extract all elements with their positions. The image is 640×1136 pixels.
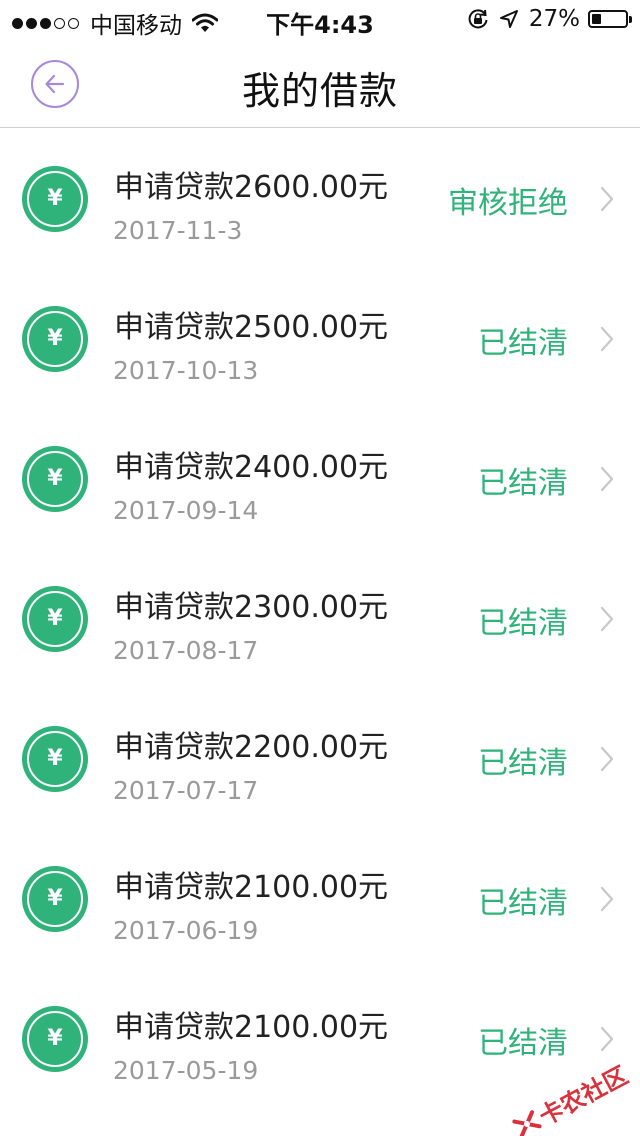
loan-title: 申请贷款2500.00元 (114, 310, 389, 345)
coin-symbol: ¥ (47, 1026, 63, 1051)
yuan-coin-icon: ¥ (22, 866, 88, 932)
loan-title: 申请贷款2400.00元 (114, 450, 389, 485)
loan-date: 2017-10-13 (113, 356, 259, 385)
loan-title: 申请贷款2600.00元 (114, 170, 389, 205)
loan-date: 2017-11-3 (113, 216, 243, 245)
status-bar: 中国移动 下午4:43 27% (0, 0, 640, 40)
chevron-right-icon (600, 326, 614, 352)
loan-status: 已结清 (478, 466, 568, 501)
chevron-right-icon (600, 466, 614, 492)
yuan-coin-icon: ¥ (22, 1006, 88, 1072)
yuan-coin-icon: ¥ (22, 446, 88, 512)
yuan-coin-icon: ¥ (22, 586, 88, 652)
coin-symbol: ¥ (47, 606, 63, 631)
loan-title: 申请贷款2300.00元 (114, 590, 389, 625)
battery-icon (588, 10, 632, 28)
coin-symbol: ¥ (47, 886, 63, 911)
loan-date: 2017-06-19 (113, 916, 259, 945)
loan-title: 申请贷款2200.00元 (114, 730, 389, 765)
loan-title: 申请贷款2100.00元 (114, 1010, 389, 1045)
chevron-right-icon (600, 746, 614, 772)
loan-status: 已结清 (478, 1026, 568, 1061)
loan-list: ¥ 申请贷款2600.00元 2017-11-3 审核拒绝 ¥ 申请贷款2500.00元 2… (0, 128, 640, 1108)
loan-list-item[interactable]: ¥ 申请贷款2200.00元 2017-07-17 已结清 (0, 688, 640, 828)
yuan-coin-icon: ¥ (22, 306, 88, 372)
yuan-coin-icon: ¥ (22, 726, 88, 792)
coin-symbol: ¥ (47, 326, 63, 351)
yuan-coin-icon: ¥ (22, 166, 88, 232)
chevron-right-icon (600, 186, 614, 212)
page-title: 我的借款 (241, 69, 398, 113)
chevron-right-icon (600, 886, 614, 912)
loan-list-item[interactable]: ¥ 申请贷款2300.00元 2017-08-17 已结清 (0, 548, 640, 688)
location-arrow-icon (499, 10, 518, 28)
loan-status: 已结清 (478, 746, 568, 781)
coin-symbol: ¥ (47, 466, 63, 491)
coin-symbol: ¥ (47, 746, 63, 771)
loan-date: 2017-08-17 (113, 636, 259, 665)
loan-status: 审核拒绝 (448, 186, 568, 221)
status-right: 27% (467, 6, 632, 32)
battery-percent: 27% (528, 6, 580, 32)
rotation-lock-icon (468, 9, 488, 29)
loan-list-item[interactable]: ¥ 申请贷款2400.00元 2017-09-14 已结清 (0, 408, 640, 548)
battery-fill (592, 14, 601, 24)
loan-date: 2017-07-17 (113, 776, 259, 805)
loan-list-item[interactable]: ¥ 申请贷款2500.00元 2017-10-13 已结清 (0, 268, 640, 408)
loan-list-screen: 中国移动 下午4:43 27% 我的借款 ¥ 申请贷款2600.00元 2017… (0, 0, 640, 1136)
loan-title: 申请贷款2100.00元 (114, 870, 389, 905)
nav-bar: 我的借款 (0, 40, 640, 128)
loan-list-item[interactable]: ¥ 申请贷款2100.00元 2017-05-19 已结清 (0, 968, 640, 1108)
loan-status: 已结清 (478, 606, 568, 641)
loan-list-item[interactable]: ¥ 申请贷款2100.00元 2017-06-19 已结清 (0, 828, 640, 968)
chevron-right-icon (600, 1026, 614, 1052)
chevron-right-icon (600, 606, 614, 632)
coin-symbol: ¥ (47, 186, 63, 211)
loan-status: 已结清 (478, 886, 568, 921)
loan-list-item[interactable]: ¥ 申请贷款2600.00元 2017-11-3 审核拒绝 (0, 128, 640, 268)
loan-status: 已结清 (478, 326, 568, 361)
loan-date: 2017-05-19 (113, 1056, 259, 1085)
loan-date: 2017-09-14 (113, 496, 259, 525)
